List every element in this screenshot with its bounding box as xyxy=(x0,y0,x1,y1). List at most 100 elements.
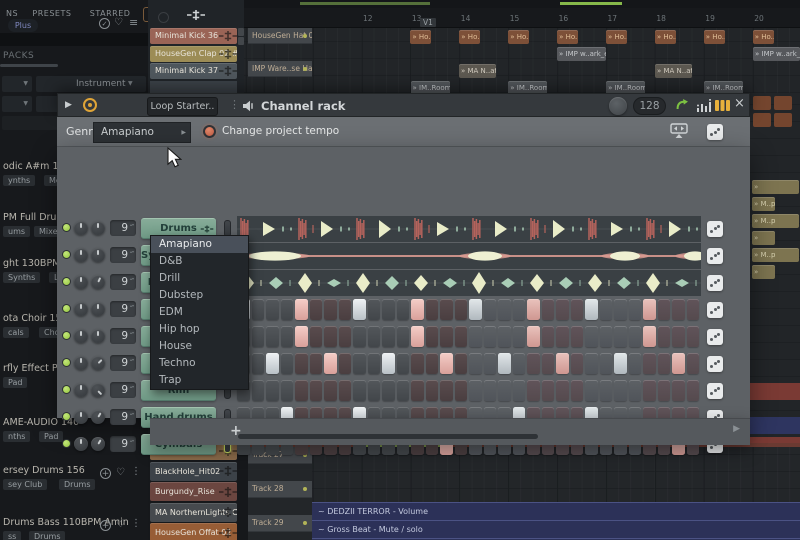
step-cell[interactable] xyxy=(643,326,656,347)
step-cell[interactable] xyxy=(614,299,627,320)
volume-knob[interactable] xyxy=(91,302,105,316)
step-cell[interactable] xyxy=(411,353,424,374)
step-cell[interactable] xyxy=(324,299,337,320)
step-cell[interactable] xyxy=(469,299,482,320)
step-cell[interactable] xyxy=(310,353,323,374)
step-cell[interactable] xyxy=(426,380,439,401)
step-cell[interactable] xyxy=(368,380,381,401)
plus-filter-chip[interactable]: Plus xyxy=(8,19,38,32)
options-dots-icon[interactable]: ⋮ xyxy=(229,98,240,111)
step-cell[interactable] xyxy=(527,326,540,347)
genre-option-house[interactable]: House xyxy=(151,338,248,355)
playlist-grid[interactable]: » Ho..» Ho..» Ho..» Ho..» Ho..» Ho..» Ho… xyxy=(244,28,800,93)
step-cell[interactable] xyxy=(310,380,323,401)
automation-clip[interactable]: ~ DEDZII TERROR - Volume xyxy=(312,502,800,520)
levels-graph-icon[interactable] xyxy=(696,99,712,112)
step-cell[interactable] xyxy=(600,299,613,320)
step-cell[interactable] xyxy=(600,326,613,347)
tempo-value-box[interactable]: 128 xyxy=(633,97,666,115)
dice-randomize-icon[interactable] xyxy=(707,124,723,140)
playlist-clip[interactable]: » xyxy=(752,180,799,194)
step-cell[interactable] xyxy=(324,380,337,401)
clip-fragment-navy[interactable] xyxy=(750,417,800,434)
step-cell[interactable] xyxy=(455,326,468,347)
step-cell[interactable] xyxy=(281,353,294,374)
step-cell[interactable] xyxy=(513,353,526,374)
step-cell[interactable] xyxy=(629,353,642,374)
step-cell[interactable] xyxy=(687,326,700,347)
channel-led[interactable] xyxy=(62,439,71,448)
step-cell[interactable] xyxy=(498,353,511,374)
step-cell[interactable] xyxy=(513,299,526,320)
track-led[interactable] xyxy=(303,487,307,491)
step-cell[interactable] xyxy=(672,380,685,401)
volume-knob[interactable] xyxy=(91,356,105,370)
track-led[interactable] xyxy=(303,34,307,38)
step-cell[interactable] xyxy=(469,353,482,374)
swing-knob[interactable] xyxy=(609,97,627,115)
step-cell[interactable] xyxy=(542,299,555,320)
step-cell[interactable] xyxy=(658,299,671,320)
step-cell[interactable] xyxy=(614,380,627,401)
sample-row[interactable]: MA NorthernLights C.. xyxy=(150,503,237,522)
step-cell[interactable] xyxy=(672,326,685,347)
genre-option-techno[interactable]: Techno xyxy=(151,355,248,372)
filter-chip-box[interactable]: ▼ xyxy=(2,96,32,112)
step-cell[interactable] xyxy=(484,299,497,320)
playlist-grid-bottom[interactable]: ~ DEDZII TERROR - Volume~ Gross Beat - M… xyxy=(312,447,800,540)
genre-option-d-b[interactable]: D&B xyxy=(151,253,248,270)
variation-value-box[interactable]: 9▴▾ xyxy=(110,382,136,398)
step-cell[interactable] xyxy=(527,299,540,320)
step-cell[interactable] xyxy=(469,380,482,401)
step-cell[interactable] xyxy=(368,299,381,320)
heart-icon[interactable]: ♡ xyxy=(116,519,125,530)
step-cell[interactable] xyxy=(397,353,410,374)
change-tempo-led[interactable] xyxy=(203,125,216,138)
channel-led[interactable] xyxy=(62,250,71,259)
dice-randomize-icon[interactable] xyxy=(707,275,723,291)
check-circle-icon[interactable]: ✓ xyxy=(99,18,110,29)
channel-led[interactable] xyxy=(62,412,71,421)
volume-knob[interactable] xyxy=(91,275,105,289)
step-cell[interactable] xyxy=(266,326,279,347)
volume-knob[interactable] xyxy=(91,410,105,424)
step-cell[interactable] xyxy=(469,326,482,347)
sample-row[interactable]: Minimal Kick 37 xyxy=(150,63,237,79)
step-cell[interactable] xyxy=(585,353,598,374)
channel-led[interactable] xyxy=(62,277,71,286)
step-cell[interactable] xyxy=(556,326,569,347)
channel-led[interactable] xyxy=(62,385,71,394)
loop-record-icon[interactable] xyxy=(83,98,97,112)
step-cell[interactable] xyxy=(513,326,526,347)
step-cell[interactable] xyxy=(353,380,366,401)
playlist-clip[interactable]: » Ho.. xyxy=(704,30,725,44)
dice-randomize-icon[interactable] xyxy=(707,248,723,264)
step-cell[interactable] xyxy=(411,299,424,320)
heart-icon[interactable]: ♡ xyxy=(116,467,125,478)
playlist-clip[interactable]: » xyxy=(752,231,775,245)
step-cell[interactable] xyxy=(382,326,395,347)
step-cell[interactable] xyxy=(339,299,352,320)
channel-rack-titlebar[interactable]: ▶ Loop Starter.. ⋮ Channel rack 128 × xyxy=(57,93,750,117)
step-cell[interactable] xyxy=(455,299,468,320)
step-cell[interactable] xyxy=(339,326,352,347)
variation-value-box[interactable]: 9▴▾ xyxy=(110,220,136,236)
playlist-clip[interactable]: » M..p xyxy=(752,197,775,211)
step-cell[interactable] xyxy=(571,299,584,320)
step-cell[interactable] xyxy=(440,299,453,320)
step-cell[interactable] xyxy=(252,299,265,320)
pattern-blocks-icon[interactable] xyxy=(715,99,731,112)
step-cell[interactable] xyxy=(426,326,439,347)
filter-chip-box[interactable]: ▼ xyxy=(2,76,32,92)
playlist-clip[interactable]: » Ho.. xyxy=(508,30,529,44)
horizontal-scrollbar[interactable] xyxy=(238,434,538,439)
more-dots-icon[interactable]: ⋮ xyxy=(131,518,141,529)
step-cell[interactable] xyxy=(643,353,656,374)
volume-knob[interactable] xyxy=(91,329,105,343)
dice-randomize-icon[interactable] xyxy=(707,329,723,345)
step-cell[interactable] xyxy=(672,353,685,374)
genre-option-hip-hop[interactable]: Hip hop xyxy=(151,321,248,338)
step-cell[interactable] xyxy=(455,353,468,374)
step-cell[interactable] xyxy=(614,353,627,374)
step-cell[interactable] xyxy=(658,326,671,347)
